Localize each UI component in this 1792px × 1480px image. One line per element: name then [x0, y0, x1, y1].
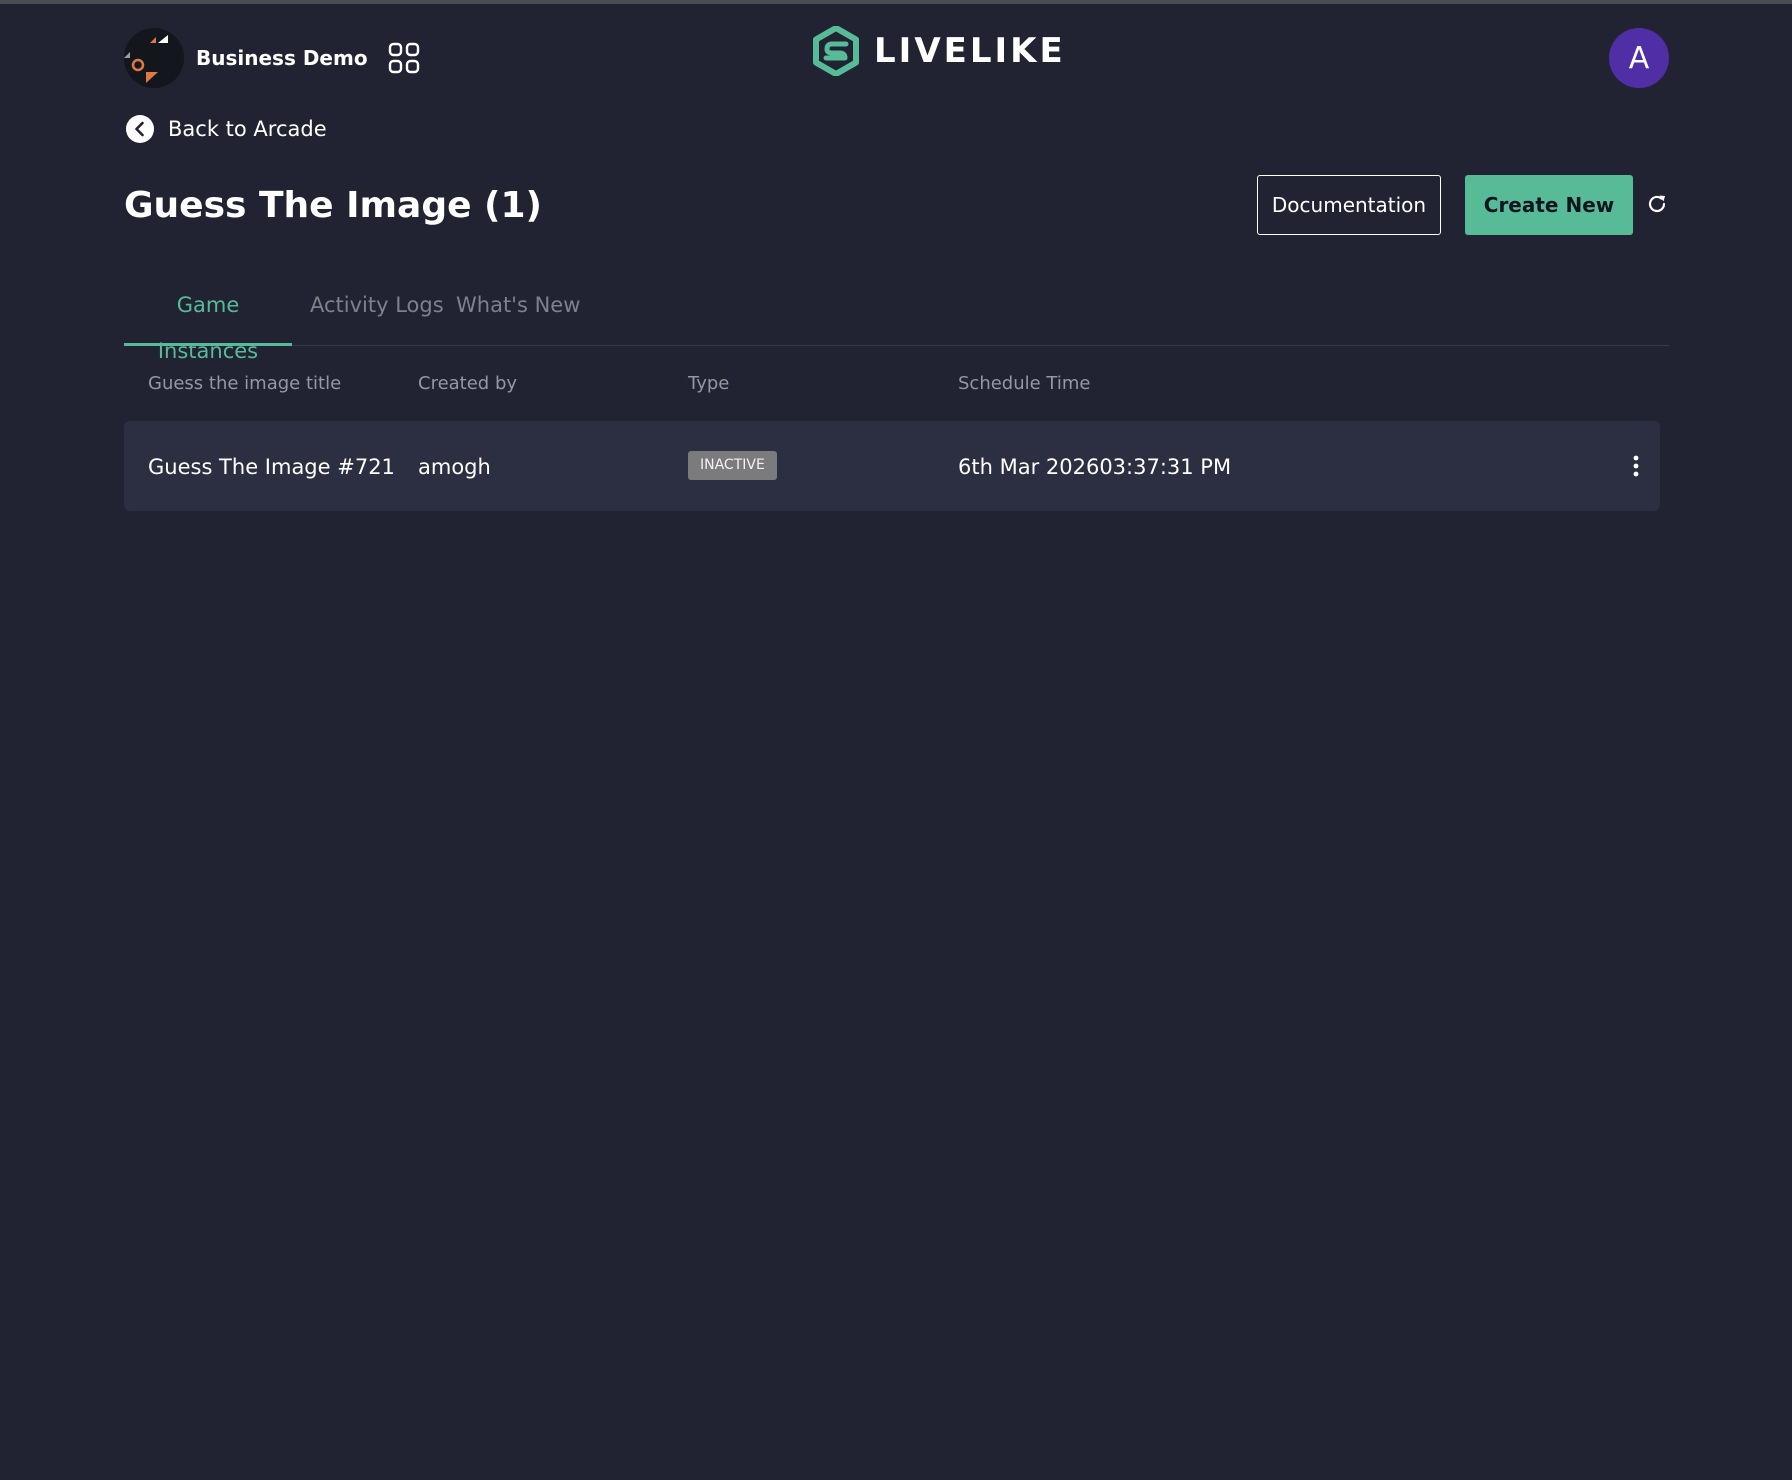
column-header-title: Guess the image title: [148, 373, 342, 394]
status-badge: INACTIVE: [688, 451, 777, 480]
org-name: Business Demo: [196, 46, 368, 70]
column-header-type: Type: [688, 373, 730, 394]
tab-activity-logs[interactable]: Activity Logs: [310, 282, 444, 346]
brand-name: LIVELIKE: [874, 31, 1066, 71]
column-header-created-by: Created by: [418, 373, 518, 394]
refresh-icon[interactable]: [1645, 192, 1669, 216]
livelike-logo-icon: [812, 26, 860, 76]
grid-apps-icon[interactable]: [388, 42, 420, 74]
column-header-schedule-time: Schedule Time: [958, 373, 1091, 394]
tab-bar: Game Instances Activity Logs What's New: [124, 282, 1669, 363]
row-schedule-time: 6th Mar 202603:37:31 PM: [958, 455, 1232, 479]
row-created-by: amogh: [418, 455, 491, 479]
tab-whats-new[interactable]: What's New: [456, 282, 580, 346]
brand-logo[interactable]: LIVELIKE: [812, 26, 1066, 76]
more-vertical-icon[interactable]: [1628, 454, 1644, 478]
table-row[interactable]: Guess The Image #721 amogh INACTIVE 6th …: [124, 421, 1660, 511]
back-label: Back to Arcade: [168, 117, 327, 141]
documentation-button[interactable]: Documentation: [1257, 175, 1441, 235]
back-to-arcade-link[interactable]: Back to Arcade: [126, 114, 327, 144]
chevron-left-circle-icon: [126, 115, 154, 143]
org-switcher[interactable]: Business Demo: [124, 28, 420, 88]
create-new-button[interactable]: Create New: [1465, 175, 1633, 235]
org-logo-icon: [124, 28, 184, 88]
tab-game-instances[interactable]: Game Instances: [124, 282, 292, 363]
user-avatar[interactable]: A: [1609, 28, 1669, 88]
page-title: Guess The Image (1): [124, 185, 542, 226]
row-title: Guess The Image #721: [148, 455, 395, 479]
window-top-border: [0, 0, 1792, 4]
